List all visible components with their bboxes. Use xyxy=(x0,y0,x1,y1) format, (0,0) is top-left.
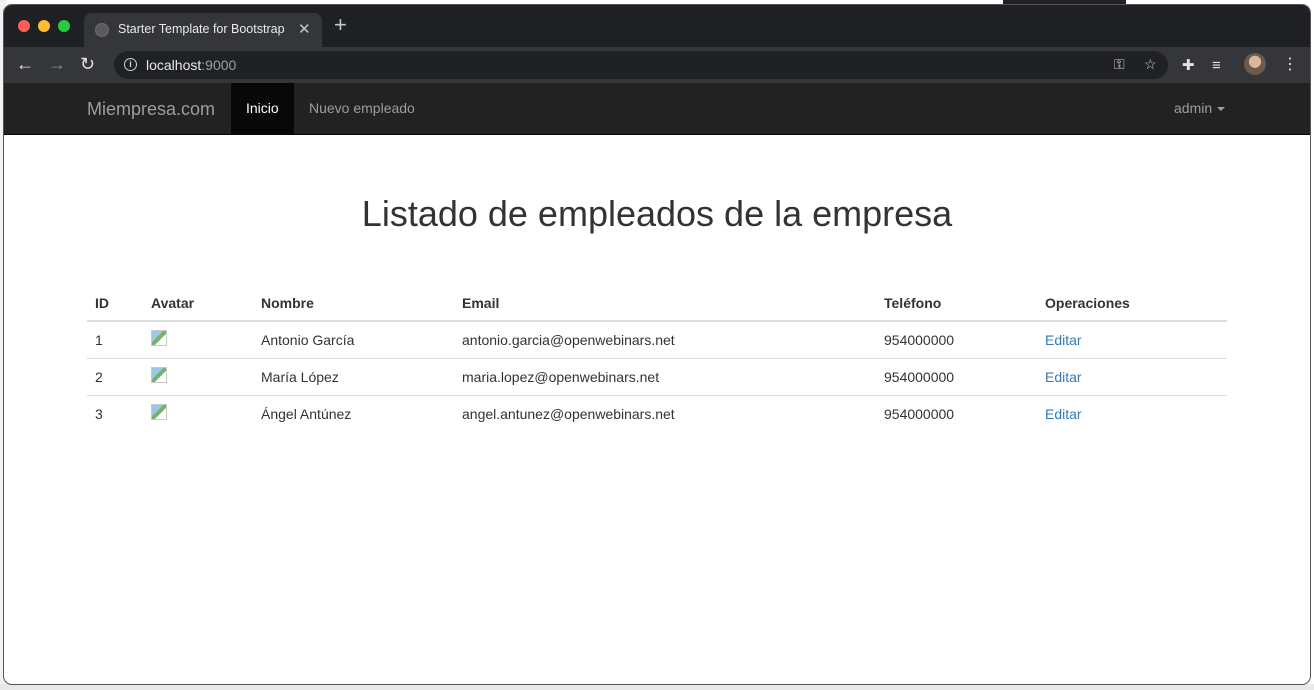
browser-tab[interactable]: Starter Template for Bootstrap ✕ xyxy=(84,13,322,47)
info-icon[interactable]: i xyxy=(124,58,137,71)
user-name: admin xyxy=(1174,100,1213,116)
navbar-brand[interactable]: Miempresa.com xyxy=(87,99,215,120)
cell-avatar xyxy=(143,394,253,432)
column-header-email: Email xyxy=(454,285,876,322)
nav-item-nuevo-empleado[interactable]: Nuevo empleado xyxy=(309,100,415,116)
table-row: 1 Antonio García antonio.garcia@openwebi… xyxy=(87,321,1227,358)
url-host: localhost xyxy=(146,57,202,73)
nav-item-inicio[interactable]: Inicio xyxy=(231,83,294,135)
cell-avatar xyxy=(143,357,253,395)
address-bar[interactable]: i localhost:9000 ⚿ ☆ xyxy=(114,51,1168,79)
cell-avatar xyxy=(143,321,253,358)
profile-avatar[interactable] xyxy=(1244,53,1266,75)
column-header-telefono: Teléfono xyxy=(876,285,1037,322)
forward-arrow-icon[interactable]: → xyxy=(48,54,66,74)
page-title: Listado de empleados de la empresa xyxy=(361,193,953,234)
cell-operations: Editar xyxy=(1037,357,1227,395)
back-arrow-icon[interactable]: ← xyxy=(16,54,34,74)
tab-bar: Starter Template for Bootstrap ✕ + xyxy=(4,5,1310,47)
cell-phone: 954000000 xyxy=(876,394,1037,432)
cell-name: Antonio García xyxy=(261,331,355,348)
media-queue-icon[interactable]: ≡ xyxy=(1212,56,1221,76)
url-text: localhost:9000 xyxy=(146,57,236,73)
cell-email: antonio.garcia@openwebinars.net xyxy=(462,331,675,348)
employees-table: ID Avatar Nombre Email Teléfono Operacio… xyxy=(87,285,1227,432)
nav-item-label: Inicio xyxy=(246,100,279,116)
close-window-button[interactable] xyxy=(18,20,30,32)
globe-icon xyxy=(95,23,109,37)
user-dropdown[interactable]: admin xyxy=(1174,100,1226,116)
cell-id: 2 xyxy=(87,357,143,395)
cell-operations: Editar xyxy=(1037,321,1227,358)
table-row: 3 Ángel Antúnez angel.antunez@openwebina… xyxy=(87,394,1227,432)
tab-title: Starter Template for Bootstrap xyxy=(118,22,285,36)
maximize-window-button[interactable] xyxy=(58,20,70,32)
broken-image-icon xyxy=(151,367,167,383)
caret-down-icon xyxy=(1217,107,1226,112)
extensions-puzzle-icon[interactable]: ✚ xyxy=(1182,56,1195,76)
cell-name: María López xyxy=(253,357,454,395)
cell-email: angel.antunez@openwebinars.net xyxy=(454,394,876,432)
reload-icon[interactable]: ↻ xyxy=(80,54,95,74)
table-header-row: ID Avatar Nombre Email Teléfono Operacio… xyxy=(87,285,1227,322)
broken-image-icon xyxy=(151,404,167,421)
cell-phone: 954000000 xyxy=(884,331,955,348)
column-header-operaciones: Operaciones xyxy=(1037,285,1227,322)
close-tab-icon[interactable]: ✕ xyxy=(298,20,311,38)
browser-window: Starter Template for Bootstrap ✕ + ← → ↻… xyxy=(4,5,1310,684)
desktop-background-bottom xyxy=(0,684,1314,690)
cell-name: Ángel Antúnez xyxy=(253,394,454,432)
minimize-window-button[interactable] xyxy=(38,20,50,32)
cell-phone: 954000000 xyxy=(876,357,1037,395)
new-tab-icon[interactable]: + xyxy=(334,14,347,36)
site-navbar: Miempresa.com Inicio Nuevo empleado admi… xyxy=(4,83,1310,135)
cell-id: 1 xyxy=(95,331,103,348)
broken-image-icon xyxy=(151,330,167,347)
column-header-id: ID xyxy=(87,285,143,322)
cell-id: 3 xyxy=(87,394,143,432)
table-row: 2 María López maria.lopez@openwebinars.n… xyxy=(87,357,1227,395)
browser-toolbar: ← → ↻ i localhost:9000 ⚿ ☆ ✚ ≡ ⋮ xyxy=(4,47,1310,83)
edit-link[interactable]: Editar xyxy=(1045,369,1082,385)
cell-operations: Editar xyxy=(1037,394,1227,432)
edit-link[interactable]: Editar xyxy=(1045,332,1082,348)
menu-kebab-icon[interactable]: ⋮ xyxy=(1282,55,1298,75)
column-header-nombre: Nombre xyxy=(253,285,454,322)
star-icon[interactable]: ☆ xyxy=(1144,56,1157,73)
key-icon[interactable]: ⚿ xyxy=(1114,56,1125,73)
column-header-avatar: Avatar xyxy=(143,285,253,322)
url-port: :9000 xyxy=(201,57,237,73)
cell-email: maria.lopez@openwebinars.net xyxy=(454,357,876,395)
edit-link[interactable]: Editar xyxy=(1045,406,1082,422)
